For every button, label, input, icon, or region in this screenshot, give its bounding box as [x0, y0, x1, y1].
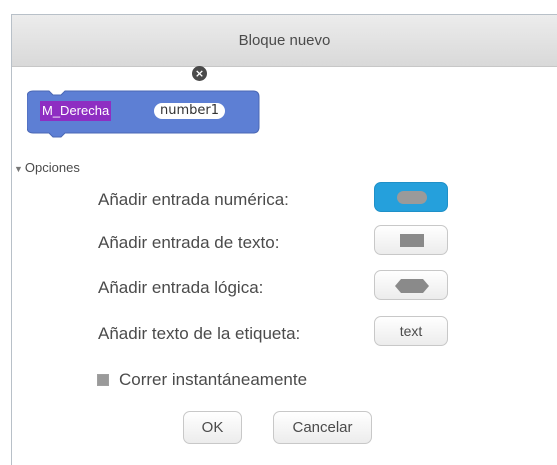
- boolean-hexagon-icon: [395, 279, 429, 293]
- add-label-text-label: Añadir texto de la etiqueta:: [98, 324, 301, 343]
- run-instantly-option[interactable]: Correr instantáneamente: [97, 370, 307, 390]
- dialog-title: Bloque nuevo: [238, 32, 331, 49]
- ok-button[interactable]: OK: [183, 411, 242, 444]
- number-input-pill-icon: [397, 191, 427, 204]
- block-number-argument[interactable]: number1: [154, 103, 226, 119]
- add-label-text-button[interactable]: text: [374, 316, 448, 346]
- run-instantly-checkbox[interactable]: [97, 374, 109, 386]
- remove-block-close-icon[interactable]: ×: [192, 66, 207, 81]
- add-boolean-input-button[interactable]: [374, 270, 448, 300]
- options-toggle-label: Opciones: [24, 160, 80, 175]
- text-input-rect-icon: [400, 234, 424, 247]
- add-number-input-button[interactable]: [374, 182, 448, 212]
- label-text-button-text: text: [399, 323, 423, 339]
- options-toggle[interactable]: ▼ Opciones: [14, 160, 80, 175]
- run-instantly-label: Correr instantáneamente: [119, 370, 308, 389]
- add-text-input-label: Añadir entrada de texto:: [98, 233, 280, 252]
- add-number-input-label: Añadir entrada numérica:: [98, 190, 289, 209]
- block-name-label[interactable]: M_Derecha: [40, 101, 112, 121]
- add-text-input-button[interactable]: [374, 225, 448, 255]
- collapse-triangle-icon: ▼: [14, 164, 23, 174]
- add-boolean-input-label: Añadir entrada lógica:: [98, 278, 264, 297]
- new-block-dialog: Bloque nuevo: [11, 14, 557, 465]
- cancel-button[interactable]: Cancelar: [273, 411, 372, 444]
- dialog-title-bar[interactable]: Bloque nuevo: [12, 15, 557, 67]
